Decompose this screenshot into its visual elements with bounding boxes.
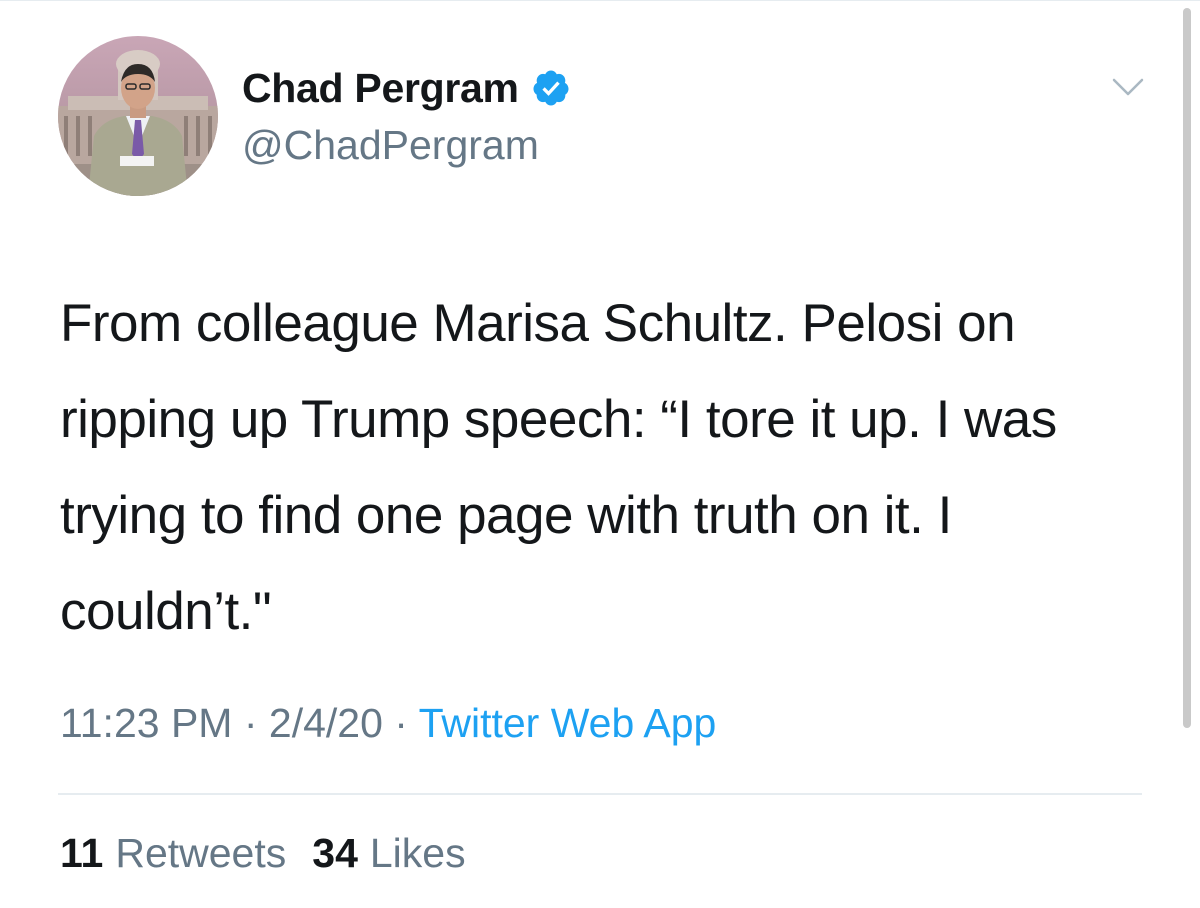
- verified-badge-icon: [531, 68, 571, 108]
- meta-separator: ·: [232, 700, 269, 746]
- retweets-count: 11: [60, 830, 104, 876]
- engagement-stats: 11 Retweets 34 Likes: [60, 830, 466, 877]
- chevron-down-icon[interactable]: [1110, 72, 1146, 102]
- tweet-text: From colleague Marisa Schultz. Pelosi on…: [60, 294, 1057, 641]
- avatar[interactable]: [58, 36, 218, 196]
- retweets-label: Retweets: [115, 830, 287, 876]
- likes-stat[interactable]: 34 Likes: [312, 830, 465, 877]
- scrollbar[interactable]: [1183, 8, 1191, 728]
- likes-count: 34: [312, 830, 358, 876]
- tweet-date[interactable]: 2/4/20: [269, 700, 383, 746]
- tweet-time[interactable]: 11:23 PM: [60, 700, 232, 746]
- retweets-stat[interactable]: 11 Retweets: [60, 830, 286, 877]
- author-display-name[interactable]: Chad Pergram: [242, 65, 519, 112]
- likes-label: Likes: [369, 830, 466, 876]
- divider: [58, 793, 1142, 795]
- author-name-row[interactable]: Chad Pergram: [242, 62, 571, 114]
- tweet-source-link[interactable]: Twitter Web App: [419, 700, 717, 746]
- author-handle[interactable]: @ChadPergram: [242, 122, 539, 169]
- meta-separator: ·: [382, 700, 419, 746]
- tweet-metadata: 11:23 PM · 2/4/20 · Twitter Web App: [60, 700, 716, 747]
- top-border: [0, 0, 1200, 1]
- profile-photo: [58, 36, 218, 196]
